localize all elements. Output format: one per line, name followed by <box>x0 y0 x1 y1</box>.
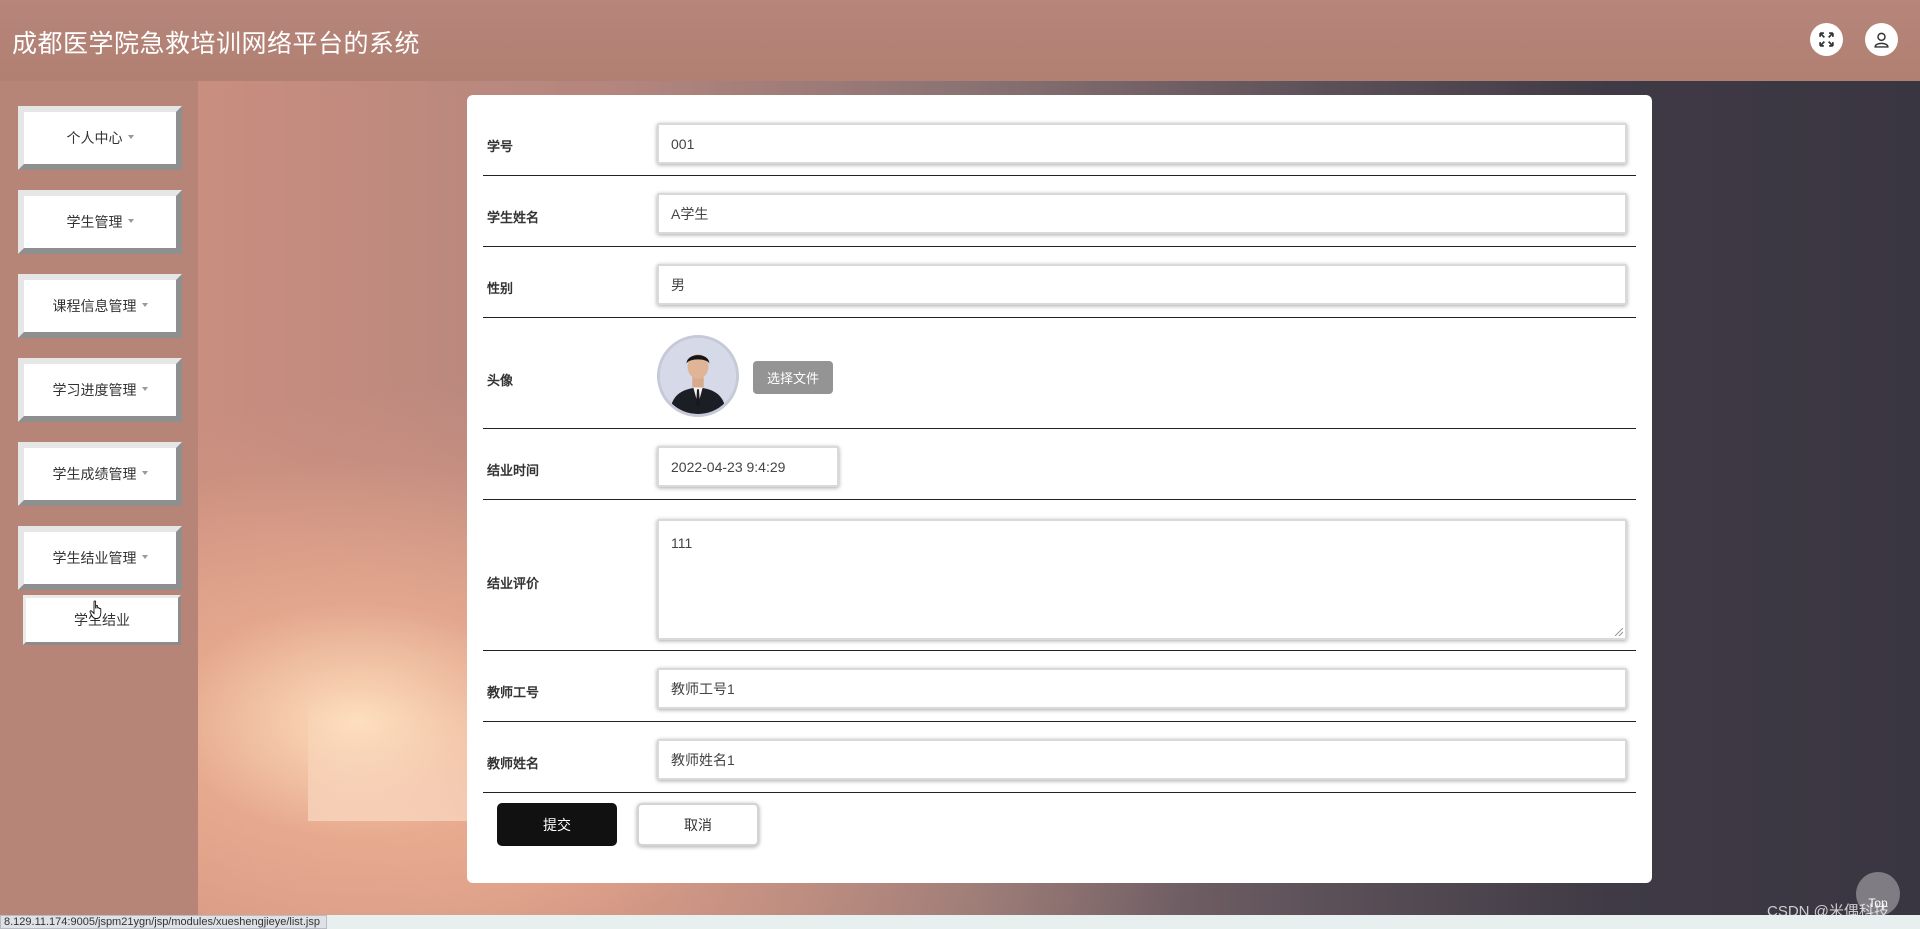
row-avatar: 头像 选择文件 <box>483 318 1636 429</box>
label-graduation-review: 结业评价 <box>487 576 540 591</box>
caret-down-icon <box>141 303 148 307</box>
sidebar-item-score-management[interactable]: 学生成绩管理 <box>18 442 182 506</box>
graduation-review-textarea[interactable]: 111 <box>657 519 1627 640</box>
user-icon <box>1874 32 1889 48</box>
teacher-name-input[interactable]: 教师姓名1 <box>657 739 1627 780</box>
sidebar: 个人中心 学生管理 课程信息管理 学习进度管理 学生成绩管理 学生结业管理 学生… <box>0 81 198 915</box>
sidebar-item-personal-center[interactable]: 个人中心 <box>18 106 182 170</box>
caret-down-icon <box>141 555 148 559</box>
row-teacher-id: 教师工号 教师工号1 <box>483 651 1636 722</box>
caret-down-icon <box>127 219 134 223</box>
label-student-id: 学号 <box>487 139 514 154</box>
row-student-name: 学生姓名 A学生 <box>483 176 1636 247</box>
row-teacher-name: 教师姓名 教师姓名1 <box>483 722 1636 793</box>
row-gender: 性别 男 <box>483 247 1636 318</box>
form-panel: 学号 001 学生姓名 A学生 性别 男 头像 选择文件 结业时间 2022-0… <box>467 95 1652 883</box>
caret-down-icon <box>127 135 134 139</box>
sidebar-item-label: 个人中心 <box>66 130 123 146</box>
label-teacher-id: 教师工号 <box>487 685 540 700</box>
label-graduation-time: 结业时间 <box>487 463 540 478</box>
sidebar-item-label: 学生成绩管理 <box>52 466 137 482</box>
caret-down-icon <box>141 471 148 475</box>
sidebar-item-label: 课程信息管理 <box>52 298 137 314</box>
row-graduation-review: 结业评价 111 <box>483 500 1636 651</box>
label-gender: 性别 <box>487 281 514 296</box>
cancel-button[interactable]: 取消 <box>637 803 759 846</box>
graduation-time-input[interactable]: 2022-04-23 9:4:29 <box>657 446 839 487</box>
top-header: 成都医学院急救培训网络平台的系统 <box>0 0 1920 81</box>
user-button[interactable] <box>1865 23 1898 56</box>
label-avatar: 头像 <box>487 373 514 388</box>
sidebar-item-label: 学生结业管理 <box>52 550 137 566</box>
sidebar-item-student-management[interactable]: 学生管理 <box>18 190 182 254</box>
graduation-review-text: 111 <box>671 535 693 551</box>
student-name-input[interactable]: A学生 <box>657 193 1627 234</box>
hand-cursor-icon <box>89 600 102 619</box>
sidebar-item-label: 学生管理 <box>66 214 123 230</box>
label-student-name: 学生姓名 <box>487 210 540 225</box>
choose-file-button[interactable]: 选择文件 <box>753 361 833 394</box>
avatar-image <box>657 335 739 417</box>
gender-input[interactable]: 男 <box>657 264 1627 305</box>
label-teacher-name: 教师姓名 <box>487 756 540 771</box>
caret-down-icon <box>141 387 148 391</box>
student-id-input[interactable]: 001 <box>657 123 1627 164</box>
sidebar-item-course-management[interactable]: 课程信息管理 <box>18 274 182 338</box>
sidebar-item-progress-management[interactable]: 学习进度管理 <box>18 358 182 422</box>
submit-button[interactable]: 提交 <box>497 803 617 846</box>
row-student-id: 学号 001 <box>483 95 1636 176</box>
status-url: 8.129.11.174:9005/jspm21ygn/jsp/modules/… <box>0 915 327 929</box>
sidebar-item-label: 学习进度管理 <box>52 382 137 398</box>
teacher-id-input[interactable]: 教师工号1 <box>657 668 1627 709</box>
fullscreen-button[interactable] <box>1810 23 1843 56</box>
app-title: 成都医学院急救培训网络平台的系统 <box>12 30 421 58</box>
person-photo-icon <box>660 338 736 414</box>
sidebar-item-graduation-management[interactable]: 学生结业管理 <box>18 526 182 590</box>
row-graduation-time: 结业时间 2022-04-23 9:4:29 <box>483 429 1636 500</box>
resize-grip-icon[interactable] <box>1615 628 1623 636</box>
fullscreen-icon <box>1819 32 1834 47</box>
